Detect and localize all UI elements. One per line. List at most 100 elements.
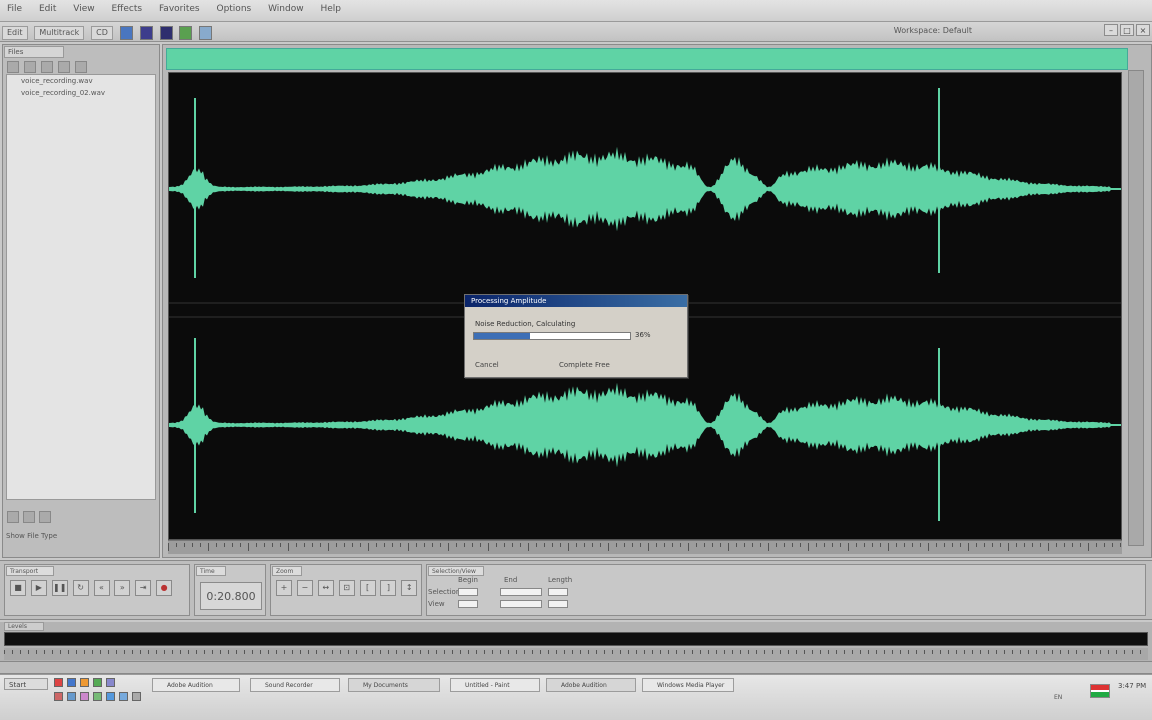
menu-favorites[interactable]: Favorites bbox=[152, 0, 207, 14]
record-icon[interactable]: ● bbox=[156, 580, 173, 596]
view-length-field[interactable] bbox=[548, 600, 568, 608]
taskbar-item[interactable]: My Documents bbox=[348, 678, 440, 692]
zoom-selection-icon[interactable]: ⊡ bbox=[338, 580, 355, 596]
quick-launch-icon[interactable] bbox=[106, 692, 115, 701]
quick-launch-icon[interactable] bbox=[80, 678, 89, 687]
quick-launch-icon[interactable] bbox=[119, 692, 128, 701]
timeline-tick bbox=[240, 543, 241, 547]
menu-view[interactable]: View bbox=[66, 0, 101, 14]
hybrid-tool-icon[interactable] bbox=[119, 26, 133, 40]
file-item[interactable]: voice_recording.wav bbox=[7, 75, 155, 87]
zoom-tab[interactable]: Zoom bbox=[272, 566, 302, 576]
files-panel-tab[interactable]: Files bbox=[4, 46, 64, 58]
quick-launch-icon[interactable] bbox=[67, 678, 76, 687]
taskbar-item[interactable]: Sound Recorder bbox=[250, 678, 340, 692]
taskbar-item[interactable]: Adobe Audition bbox=[546, 678, 636, 692]
multitrack-view-button[interactable]: Multitrack bbox=[34, 26, 85, 40]
show-file-type-label[interactable]: Show File Type bbox=[6, 532, 156, 540]
taskbar-item[interactable]: Windows Media Player bbox=[642, 678, 734, 692]
filter-icon[interactable] bbox=[39, 511, 52, 523]
import-file-icon[interactable] bbox=[23, 61, 36, 73]
level-tick bbox=[76, 650, 77, 654]
level-tick bbox=[804, 650, 805, 654]
selection-view-tab[interactable]: Selection/View bbox=[428, 566, 484, 576]
cd-view-button[interactable]: CD bbox=[91, 26, 113, 40]
play-loop-icon[interactable]: ↻ bbox=[72, 580, 89, 596]
level-tick bbox=[724, 650, 725, 654]
lasso-tool-icon[interactable] bbox=[179, 26, 193, 40]
vertical-scrollbar[interactable] bbox=[1128, 70, 1144, 546]
taskbar-clock[interactable]: 3:47 PM bbox=[1118, 682, 1146, 691]
maximize-icon[interactable]: □ bbox=[1120, 24, 1134, 36]
quick-launch-icon[interactable] bbox=[132, 692, 141, 701]
minimize-icon[interactable]: – bbox=[1104, 24, 1118, 36]
menu-help[interactable]: Help bbox=[313, 0, 348, 14]
timeline-tick bbox=[1008, 543, 1009, 551]
timeline-ruler[interactable] bbox=[168, 540, 1122, 554]
cancel-button[interactable]: Cancel bbox=[475, 361, 499, 369]
time-selection-tool-icon[interactable] bbox=[139, 26, 153, 40]
view-options-icon[interactable] bbox=[7, 511, 19, 523]
zoom-right-edge-icon[interactable]: ] bbox=[380, 580, 397, 596]
zoom-left-edge-icon[interactable]: [ bbox=[359, 580, 376, 596]
level-tick bbox=[692, 650, 693, 654]
close-file-icon[interactable] bbox=[40, 61, 53, 73]
zoom-in-vertical-icon[interactable]: ↕ bbox=[401, 580, 418, 596]
timeline-tick bbox=[552, 543, 553, 547]
quick-launch-icon[interactable] bbox=[54, 692, 63, 701]
selection-end-field[interactable] bbox=[500, 588, 542, 596]
menu-effects[interactable]: Effects bbox=[104, 0, 149, 14]
waveform-overview-bar[interactable] bbox=[166, 48, 1128, 70]
stop-icon[interactable]: ■ bbox=[10, 580, 26, 596]
timeline-tick bbox=[824, 543, 825, 547]
menu-edit[interactable]: Edit bbox=[32, 0, 63, 14]
play-file-icon[interactable] bbox=[57, 61, 70, 73]
taskbar-item[interactable]: Untitled - Paint bbox=[450, 678, 540, 692]
open-file-icon[interactable] bbox=[7, 61, 19, 73]
edit-view-button[interactable]: Edit bbox=[2, 26, 28, 40]
taskbar-item[interactable]: Adobe Audition bbox=[152, 678, 240, 692]
language-indicator[interactable]: EN bbox=[1054, 694, 1062, 701]
menu-file[interactable]: File bbox=[0, 0, 29, 14]
pause-icon[interactable]: ❚❚ bbox=[51, 580, 68, 596]
zoom-in-horizontal-icon[interactable]: + bbox=[276, 580, 292, 596]
time-tab[interactable]: Time bbox=[196, 566, 226, 576]
zoom-out-horizontal-icon[interactable]: − bbox=[296, 580, 313, 596]
quick-launch-icon[interactable] bbox=[80, 692, 89, 701]
quick-launch-icon[interactable] bbox=[93, 678, 102, 687]
rewind-icon[interactable]: « bbox=[93, 580, 110, 596]
timeline-tick bbox=[944, 543, 945, 547]
quick-launch-icon[interactable] bbox=[93, 692, 102, 701]
flag-icon[interactable] bbox=[1090, 684, 1110, 698]
fast-forward-icon[interactable]: » bbox=[114, 580, 131, 596]
view-end-field[interactable] bbox=[500, 600, 542, 608]
sort-icon[interactable] bbox=[23, 511, 36, 523]
selection-begin-field[interactable] bbox=[458, 588, 478, 596]
insert-file-icon[interactable] bbox=[74, 61, 87, 73]
start-button[interactable]: Start bbox=[4, 678, 48, 690]
file-item[interactable]: voice_recording_02.wav bbox=[7, 87, 155, 99]
go-to-end-icon[interactable]: ⇥ bbox=[135, 580, 152, 596]
close-icon[interactable]: × bbox=[1136, 24, 1150, 36]
complete-button[interactable]: Complete Free bbox=[559, 361, 610, 369]
workspace-selector[interactable]: Workspace: Default bbox=[894, 26, 972, 35]
brush-tool-icon[interactable] bbox=[199, 26, 213, 40]
selection-length-field[interactable] bbox=[548, 588, 568, 596]
levels-tab[interactable]: Levels bbox=[4, 622, 44, 631]
quick-launch-icon[interactable] bbox=[54, 678, 63, 687]
level-tick bbox=[188, 650, 189, 654]
play-icon[interactable]: ▶ bbox=[30, 580, 47, 596]
quick-launch-icon[interactable] bbox=[106, 678, 115, 687]
marquee-tool-icon[interactable] bbox=[159, 26, 173, 40]
transport-tab[interactable]: Transport bbox=[6, 566, 54, 576]
level-tick bbox=[452, 650, 453, 654]
quick-launch-icon[interactable] bbox=[67, 692, 76, 701]
timeline-tick bbox=[456, 543, 457, 547]
menu-options[interactable]: Options bbox=[209, 0, 258, 14]
timeline-tick bbox=[984, 543, 985, 547]
level-tick bbox=[300, 650, 301, 654]
menu-window[interactable]: Window bbox=[261, 0, 311, 14]
level-tick bbox=[428, 650, 429, 654]
zoom-full-icon[interactable]: ↔ bbox=[317, 580, 334, 596]
view-begin-field[interactable] bbox=[458, 600, 478, 608]
